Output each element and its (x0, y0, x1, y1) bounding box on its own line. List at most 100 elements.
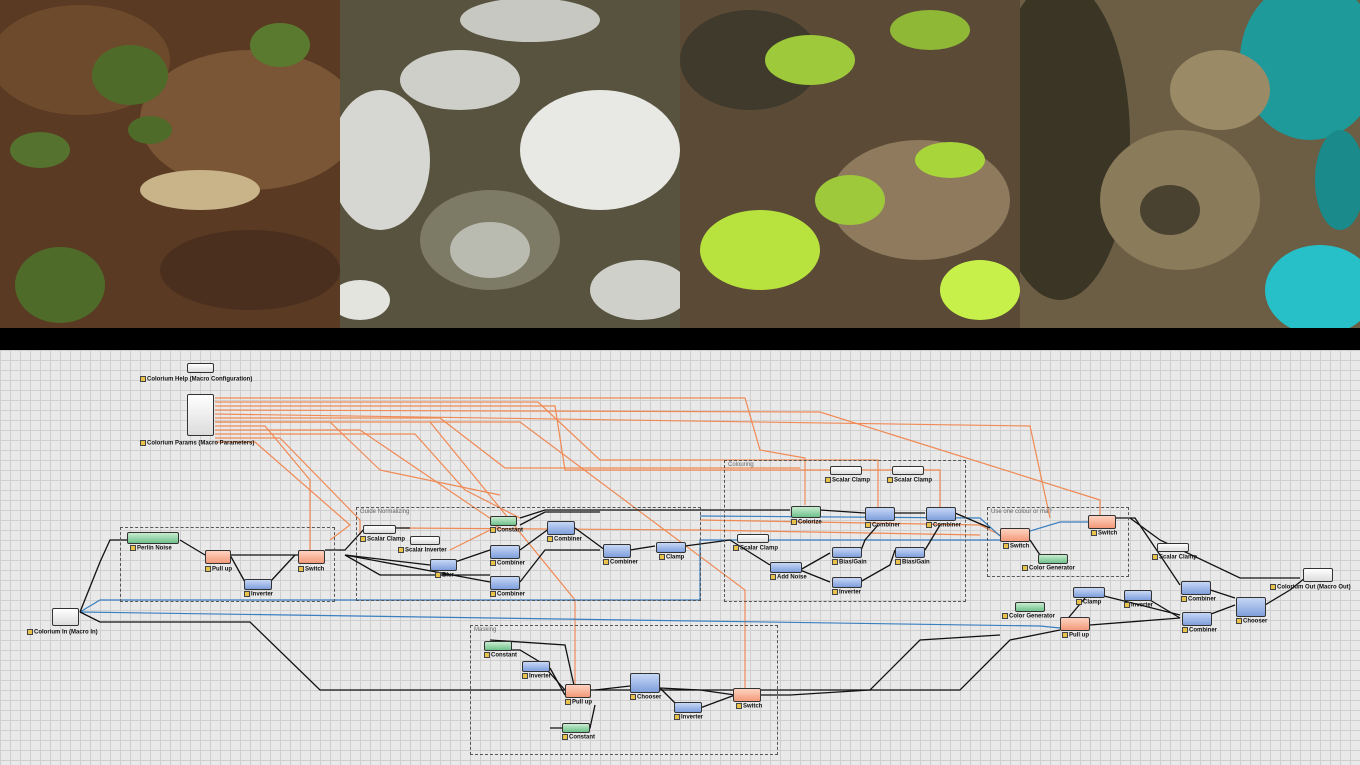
node-label: Constant (490, 527, 523, 535)
node-color-generator[interactable] (1015, 602, 1045, 612)
node-combiner[interactable] (490, 576, 520, 590)
node-macro-params[interactable] (187, 394, 214, 436)
terrain-preview-4 (1020, 0, 1360, 328)
node-label: Switch (298, 566, 324, 574)
terrain-preview-3 (680, 0, 1020, 328)
node-constant[interactable] (562, 723, 590, 733)
node-inverter[interactable] (522, 661, 550, 672)
node-blur[interactable] (430, 559, 457, 571)
node-scalar-clamp[interactable] (363, 525, 396, 534)
node-label: Clamp (659, 554, 684, 562)
terrain-preview-1 (0, 0, 340, 328)
node-add-noise[interactable] (770, 562, 802, 573)
node-label: Scalar Clamp (825, 477, 870, 485)
node-macro-out[interactable] (1303, 568, 1333, 582)
node-label: Combiner (926, 522, 961, 530)
node-label: Colorize (791, 519, 822, 527)
node-label: Add Noise (770, 574, 807, 582)
node-chooser[interactable] (630, 673, 660, 693)
node-label: Combiner (865, 522, 900, 530)
node-switch[interactable] (1088, 515, 1116, 529)
node-inverter[interactable] (244, 579, 272, 590)
node-label: Combiner (1181, 596, 1216, 604)
node-scalar-clamp[interactable] (1157, 543, 1189, 552)
node-colorize[interactable] (791, 506, 821, 518)
group-title: Colouring (728, 462, 754, 468)
node-constant[interactable] (484, 641, 512, 651)
node-label: Combiner (490, 560, 525, 568)
node-label: Chooser (1236, 618, 1267, 626)
node-label: Color Generator (1022, 565, 1075, 573)
node-label: Colorium Help (Macro Configuration) (140, 376, 252, 384)
node-label: Blur (435, 572, 454, 580)
node-label: Colorium In (Macro In) (27, 629, 98, 637)
node-inverter[interactable] (832, 577, 862, 588)
node-pull-up[interactable] (1060, 617, 1090, 631)
node-label: Combiner (603, 559, 638, 567)
node-bias-gain[interactable] (895, 547, 925, 558)
node-label: Scalar Clamp (360, 536, 405, 544)
node-label: Scalar Clamp (733, 545, 778, 553)
node-label: Inverter (244, 591, 273, 599)
node-label: Scalar Clamp (1152, 554, 1197, 562)
node-switch[interactable] (298, 550, 325, 564)
node-label: Color Generator (1002, 613, 1055, 621)
node-label: Switch (736, 703, 762, 711)
node-label: Inverter (1124, 602, 1153, 610)
node-label: Bias/Gain (832, 559, 867, 567)
node-combiner[interactable] (1181, 581, 1211, 595)
node-label: Bias/Gain (895, 559, 930, 567)
node-combiner[interactable] (1182, 612, 1212, 626)
node-scalar-inverter[interactable] (410, 536, 440, 545)
node-scalar-clamp[interactable] (830, 466, 862, 475)
group-title: Masking (474, 627, 497, 633)
node-label: Chooser (630, 694, 661, 702)
node-graph-canvas[interactable]: Guide Normalizing Colouring Use one colo… (0, 350, 1360, 765)
node-pull-up[interactable] (205, 550, 231, 564)
node-perlin-noise[interactable] (127, 532, 179, 544)
node-label: Scalar Clamp (887, 477, 932, 485)
group-title: Guide Normalizing (360, 509, 410, 515)
group-title: Use one colour or ma? (991, 509, 1052, 515)
group-masking: Masking (470, 625, 778, 755)
node-label: Combiner (1182, 627, 1217, 635)
node-combiner[interactable] (865, 507, 895, 521)
node-combiner[interactable] (490, 545, 520, 559)
node-label: Switch (1003, 543, 1029, 551)
node-switch[interactable] (1000, 528, 1030, 542)
node-color-generator[interactable] (1038, 554, 1068, 564)
node-combiner[interactable] (547, 521, 575, 535)
node-label: Pull up (205, 566, 232, 574)
node-label: Constant (562, 734, 595, 742)
node-clamp[interactable] (1073, 587, 1105, 598)
node-label: Constant (484, 652, 517, 660)
node-label: Colorium Params (Macro Parameters) (140, 440, 254, 448)
node-label: Pull up (565, 699, 592, 707)
node-inverter[interactable] (1124, 590, 1152, 601)
node-inverter[interactable] (674, 702, 702, 713)
node-label: Combiner (547, 536, 582, 544)
node-scalar-clamp[interactable] (892, 466, 924, 475)
node-label: Perlin Noise (130, 545, 172, 553)
node-bias-gain[interactable] (832, 547, 862, 558)
node-combiner[interactable] (926, 507, 956, 521)
separator-bar (0, 328, 1360, 350)
node-constant[interactable] (490, 516, 517, 526)
node-combiner[interactable] (603, 544, 631, 558)
node-macro-in[interactable] (52, 608, 79, 626)
node-clamp[interactable] (656, 542, 686, 553)
node-label: Clamp (1076, 599, 1101, 607)
node-label: Scalar Inverter (398, 547, 447, 555)
node-chooser[interactable] (1236, 597, 1266, 617)
node-scalar-clamp[interactable] (737, 534, 769, 543)
terrain-preview-2 (340, 0, 680, 328)
node-switch[interactable] (733, 688, 761, 702)
node-label: Inverter (674, 714, 703, 722)
node-label: Colorium Out (Macro Out) (1270, 584, 1351, 592)
terrain-previews (0, 0, 1360, 328)
node-macro-help[interactable] (187, 363, 214, 373)
node-label: Pull up (1062, 632, 1089, 640)
node-pull-up[interactable] (565, 684, 591, 698)
node-label: Switch (1091, 530, 1117, 538)
node-label: Inverter (522, 673, 551, 681)
